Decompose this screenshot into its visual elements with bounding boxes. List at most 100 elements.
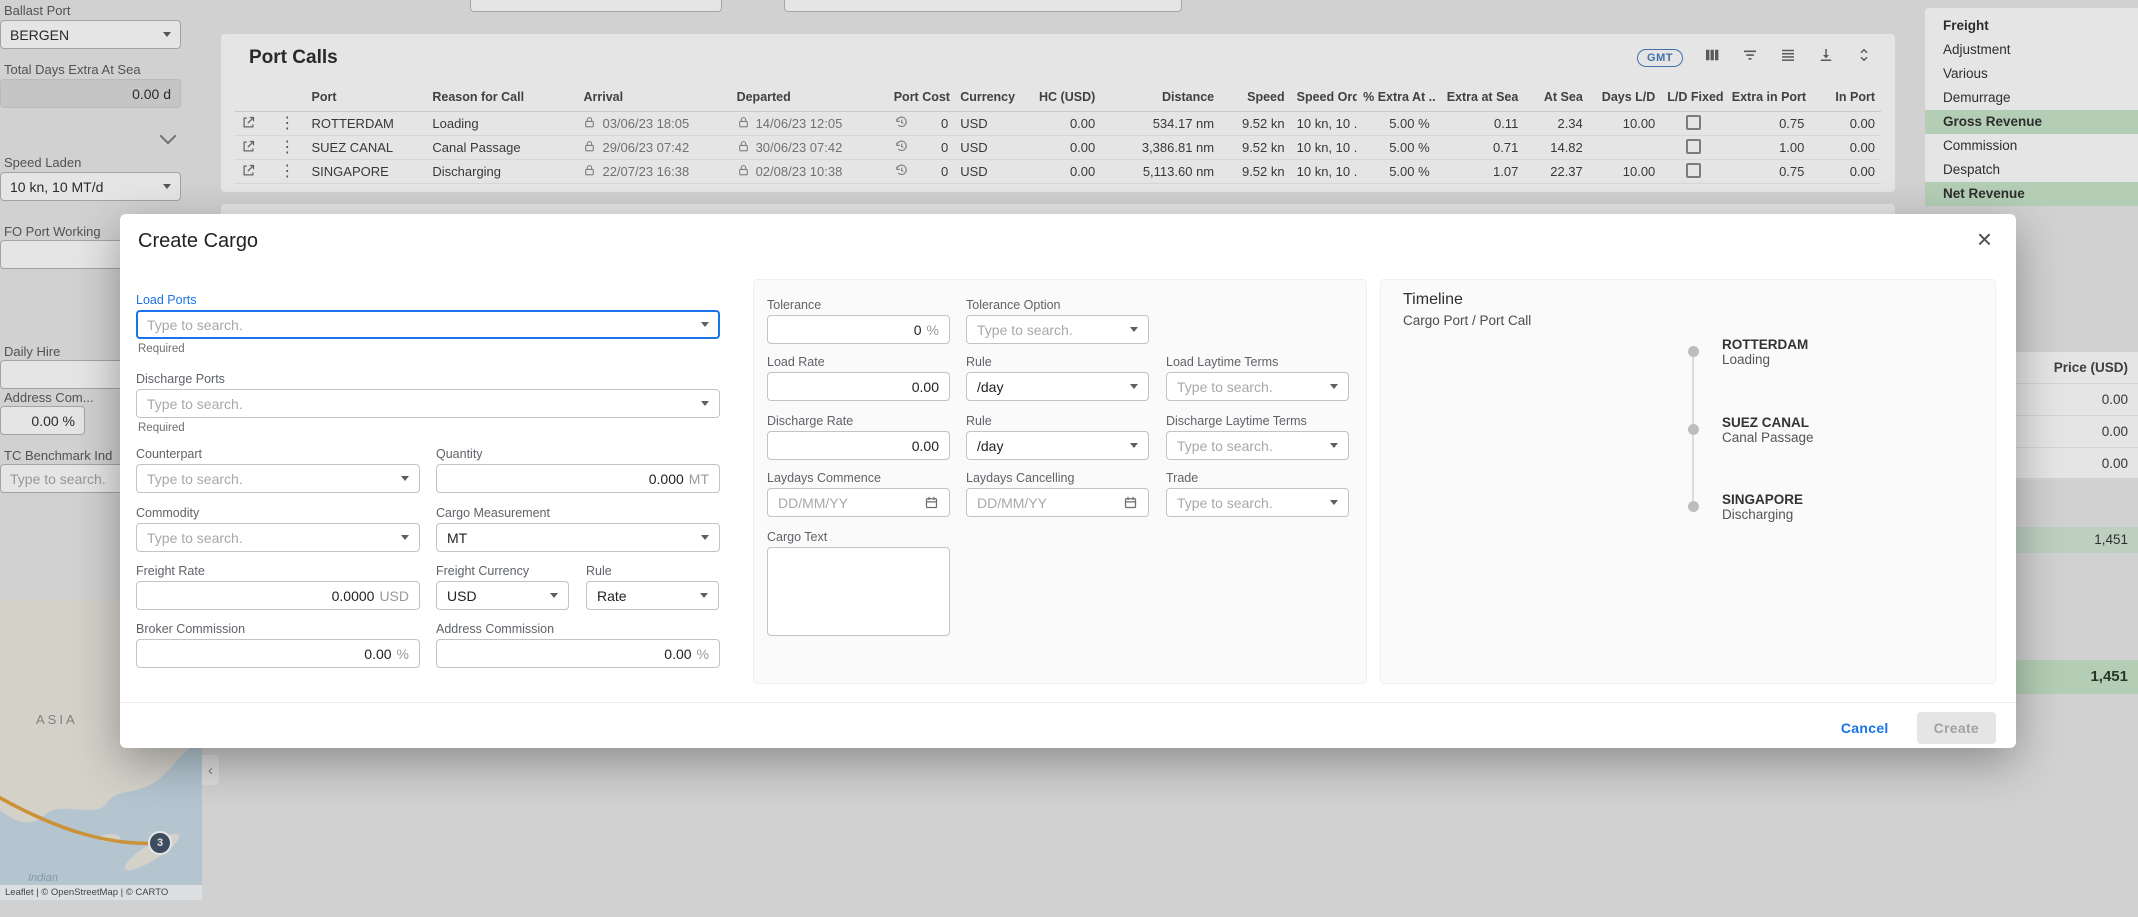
timeline-dot bbox=[1688, 501, 1699, 512]
freight-rule-select[interactable]: Rate bbox=[586, 581, 719, 610]
tolerance-option-select[interactable]: Type to search. bbox=[966, 315, 1149, 344]
dropdown-arrow-icon bbox=[1330, 443, 1338, 448]
calendar-icon[interactable] bbox=[924, 495, 939, 510]
dialog-footer: Cancel Create bbox=[1841, 712, 1996, 744]
cancel-button[interactable]: Cancel bbox=[1841, 720, 1889, 736]
dropdown-arrow-icon bbox=[401, 535, 409, 540]
cargo-measurement-select[interactable]: MT bbox=[436, 523, 720, 552]
close-icon[interactable]: × bbox=[1977, 226, 1992, 252]
quantity-field: Quantity 0.000 MT bbox=[436, 447, 720, 493]
discharge-laytime-terms-select[interactable]: Type to search. bbox=[1166, 431, 1349, 460]
load-rule-select[interactable]: /day bbox=[966, 372, 1149, 401]
freight-currency-field: Freight Currency USD bbox=[436, 564, 569, 610]
laydays-commence-label: Laydays Commence bbox=[767, 471, 950, 485]
load-rate-field: Load Rate 0.00 bbox=[767, 355, 950, 401]
discharge-laytime-terms-field: Discharge Laytime Terms Type to search. bbox=[1166, 414, 1349, 460]
discharge-rule-label: Rule bbox=[966, 414, 1149, 428]
cargo-text-field: Cargo Text bbox=[767, 530, 950, 636]
discharge-rule-field: Rule /day bbox=[966, 414, 1149, 460]
cargo-measurement-field: Cargo Measurement MT bbox=[436, 506, 720, 552]
create-button[interactable]: Create bbox=[1917, 712, 1996, 744]
discharge-ports-field: Discharge Ports Type to search. Required bbox=[136, 372, 720, 434]
laydays-cancelling-field: Laydays Cancelling DD/MM/YY bbox=[966, 471, 1149, 517]
laydays-cancelling-label: Laydays Cancelling bbox=[966, 471, 1149, 485]
dropdown-arrow-icon bbox=[1130, 327, 1138, 332]
laydays-commence-field: Laydays Commence DD/MM/YY bbox=[767, 471, 950, 517]
tolerance-label: Tolerance bbox=[767, 298, 950, 312]
application-window: Ballast Port BERGEN Total Days Extra At … bbox=[0, 0, 2138, 917]
dialog-title: Create Cargo bbox=[138, 230, 258, 253]
discharge-ports-input[interactable]: Type to search. bbox=[136, 389, 720, 418]
freight-rate-label: Freight Rate bbox=[136, 564, 420, 578]
timeline-entry: SUEZ CANAL Canal Passage bbox=[1722, 415, 1814, 445]
counterpart-select[interactable]: Type to search. bbox=[136, 464, 420, 493]
dropdown-arrow-icon bbox=[701, 535, 709, 540]
load-laytime-terms-label: Load Laytime Terms bbox=[1166, 355, 1349, 369]
timeline-subpanel: Timeline Cargo Port / Port Call ROTTERDA… bbox=[1380, 279, 1996, 684]
freight-rate-input[interactable]: 0.0000 USD bbox=[136, 581, 420, 610]
laydays-commence-input[interactable]: DD/MM/YY bbox=[767, 488, 950, 517]
timeline-entry: ROTTERDAM Loading bbox=[1722, 337, 1808, 367]
dropdown-arrow-icon bbox=[1330, 384, 1338, 389]
calendar-icon[interactable] bbox=[1123, 495, 1138, 510]
timeline-title: Timeline bbox=[1403, 291, 1463, 309]
load-ports-label: Load Ports bbox=[136, 293, 720, 307]
load-rate-label: Load Rate bbox=[767, 355, 950, 369]
dropdown-arrow-icon bbox=[550, 593, 558, 598]
discharge-rate-label: Discharge Rate bbox=[767, 414, 950, 428]
discharge-rule-select[interactable]: /day bbox=[966, 431, 1149, 460]
timeline-dot bbox=[1688, 346, 1699, 357]
counterpart-field: Counterpart Type to search. bbox=[136, 447, 420, 493]
broker-commission-field: Broker Commission 0.00 % bbox=[136, 622, 420, 668]
discharge-rate-field: Discharge Rate 0.00 bbox=[767, 414, 950, 460]
dropdown-arrow-icon bbox=[701, 401, 709, 406]
cargo-text-input[interactable] bbox=[767, 547, 950, 636]
load-ports-input[interactable]: Type to search. bbox=[136, 310, 720, 339]
freight-currency-label: Freight Currency bbox=[436, 564, 569, 578]
tolerance-field: Tolerance 0 % bbox=[767, 298, 950, 344]
quantity-label: Quantity bbox=[436, 447, 720, 461]
commodity-label: Commodity bbox=[136, 506, 420, 520]
cargo-text-label: Cargo Text bbox=[767, 530, 950, 544]
load-ports-field: Load Ports Type to search. Required bbox=[136, 293, 720, 355]
dropdown-arrow-icon bbox=[700, 593, 708, 598]
dropdown-arrow-icon bbox=[701, 322, 709, 327]
load-rate-input[interactable]: 0.00 bbox=[767, 372, 950, 401]
timeline-entry: SINGAPORE Discharging bbox=[1722, 492, 1803, 522]
cargo-measurement-label: Cargo Measurement bbox=[436, 506, 720, 520]
dropdown-arrow-icon bbox=[1330, 500, 1338, 505]
counterpart-label: Counterpart bbox=[136, 447, 420, 461]
trade-select[interactable]: Type to search. bbox=[1166, 488, 1349, 517]
load-laytime-terms-select[interactable]: Type to search. bbox=[1166, 372, 1349, 401]
trade-field: Trade Type to search. bbox=[1166, 471, 1349, 517]
freight-rule-field: Rule Rate bbox=[586, 564, 719, 610]
discharge-ports-label: Discharge Ports bbox=[136, 372, 720, 386]
tolerance-input[interactable]: 0 % bbox=[767, 315, 950, 344]
commodity-field: Commodity Type to search. bbox=[136, 506, 420, 552]
timeline-subtitle: Cargo Port / Port Call bbox=[1403, 313, 1531, 328]
broker-commission-input[interactable]: 0.00 % bbox=[136, 639, 420, 668]
timeline-dot bbox=[1688, 424, 1699, 435]
freight-rule-label: Rule bbox=[586, 564, 719, 578]
discharge-laytime-terms-label: Discharge Laytime Terms bbox=[1166, 414, 1349, 428]
broker-commission-label: Broker Commission bbox=[136, 622, 420, 636]
address-commission-input[interactable]: 0.00 % bbox=[436, 639, 720, 668]
load-rule-label: Rule bbox=[966, 355, 1149, 369]
load-rule-field: Rule /day bbox=[966, 355, 1149, 401]
required-helper: Required bbox=[136, 343, 720, 355]
tolerance-option-label: Tolerance Option bbox=[966, 298, 1149, 312]
laydays-cancelling-input[interactable]: DD/MM/YY bbox=[966, 488, 1149, 517]
terms-subpanel: Tolerance 0 % Tolerance Option Type to s… bbox=[753, 279, 1367, 684]
tolerance-option-field: Tolerance Option Type to search. bbox=[966, 298, 1149, 344]
footer-divider bbox=[120, 702, 2016, 703]
dropdown-arrow-icon bbox=[401, 476, 409, 481]
dropdown-arrow-icon bbox=[1130, 384, 1138, 389]
commodity-select[interactable]: Type to search. bbox=[136, 523, 420, 552]
load-laytime-terms-field: Load Laytime Terms Type to search. bbox=[1166, 355, 1349, 401]
create-cargo-dialog: Create Cargo × Load Ports Type to search… bbox=[120, 214, 2016, 748]
required-helper: Required bbox=[136, 422, 720, 434]
address-commission-label: Address Commission bbox=[436, 622, 720, 636]
freight-currency-select[interactable]: USD bbox=[436, 581, 569, 610]
discharge-rate-input[interactable]: 0.00 bbox=[767, 431, 950, 460]
quantity-input[interactable]: 0.000 MT bbox=[436, 464, 720, 493]
